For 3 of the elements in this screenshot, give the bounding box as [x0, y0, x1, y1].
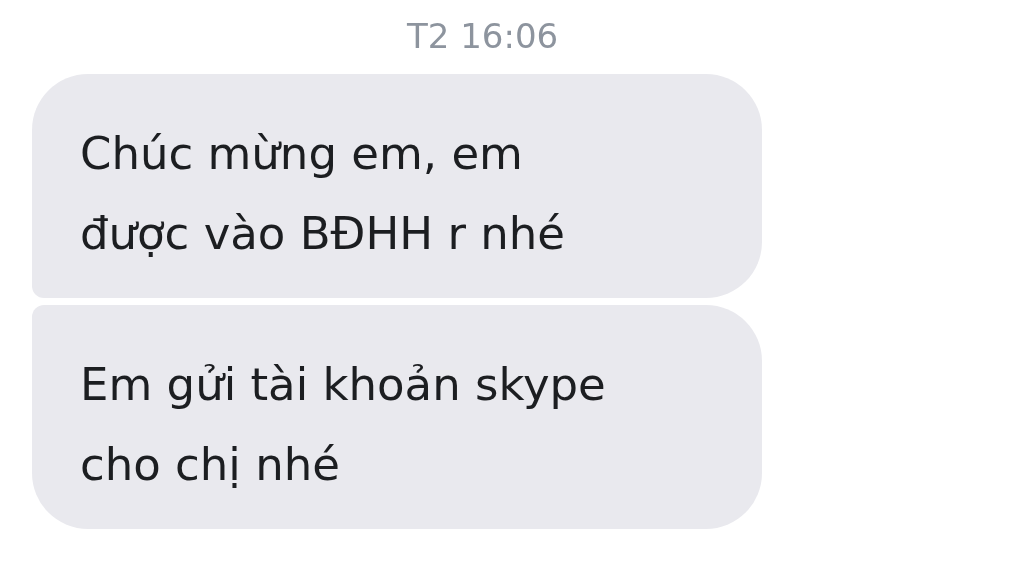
- message-timestamp: T2 16:06: [407, 15, 559, 58]
- message-text: Em gửi tài khoản skype cho chị nhé: [80, 357, 607, 493]
- message-text: Chúc mừng em, em được vào BĐHH r nhé: [80, 126, 566, 262]
